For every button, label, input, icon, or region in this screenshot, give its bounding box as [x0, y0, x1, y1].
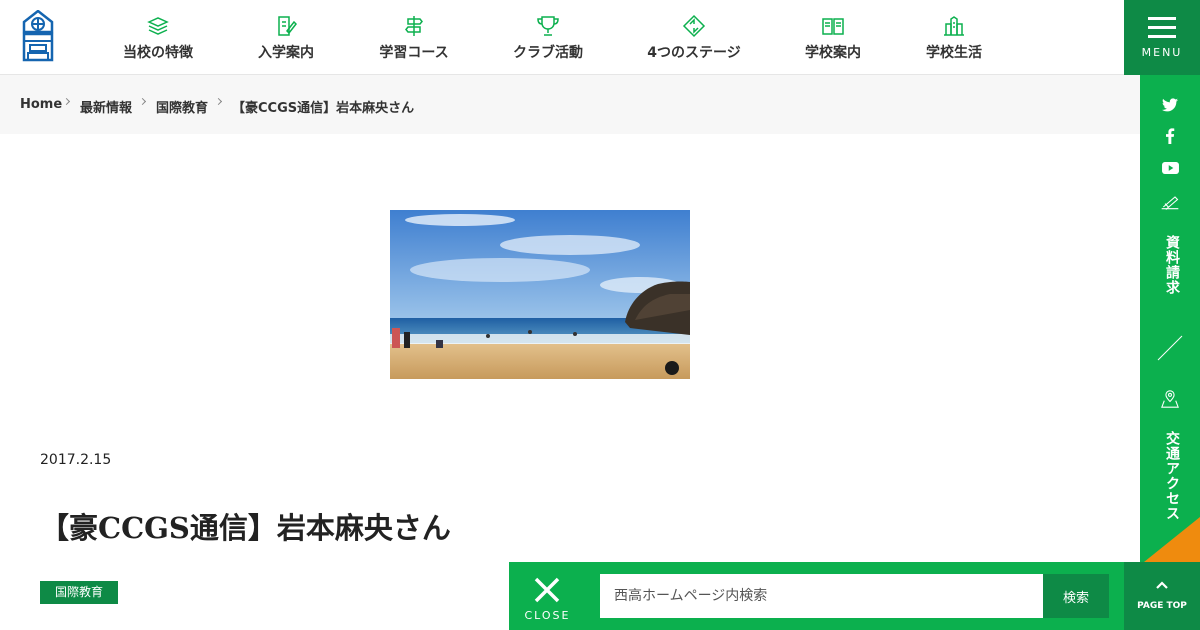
page-top-label: PAGE TOP [1137, 601, 1187, 611]
pen-paper-icon [274, 14, 298, 38]
category-tag[interactable]: 国際教育 [40, 581, 118, 604]
nav-item-features[interactable]: 当校の特徴 [118, 0, 198, 75]
nav-item-courses[interactable]: 学習コース [374, 0, 454, 75]
breadcrumb: Home 最新情報 国際教育 【豪CCGS通信】岩本麻央さん [0, 75, 1140, 134]
orange-corner-accent [1144, 517, 1200, 562]
chevron-right-icon [214, 97, 223, 106]
access-label[interactable]: 交通アクセス [1162, 431, 1182, 521]
search-input[interactable] [600, 574, 1043, 618]
nav-item-school-guide[interactable]: 学校案内 [800, 0, 866, 75]
nav-label-clubs: クラブ活動 [513, 45, 583, 61]
site-search-panel: CLOSE 検索 [509, 562, 1124, 630]
request-docs-label[interactable]: 資料請求 [1162, 235, 1182, 295]
page-top-button[interactable]: PAGE TOP [1124, 562, 1200, 630]
close-search-button[interactable]: CLOSE [509, 562, 586, 630]
chevron-right-icon [138, 97, 147, 106]
request-docs-icon[interactable] [1140, 193, 1200, 215]
trophy-icon [536, 14, 560, 38]
breadcrumb-category[interactable]: 国際教育 [156, 97, 208, 116]
nav-label-courses: 学習コース [379, 45, 449, 61]
social-sidebar: 資料請求 交通アクセス [1140, 75, 1200, 562]
divider-line [1157, 335, 1183, 361]
post-photo-beach [390, 210, 690, 379]
chevron-right-icon [62, 97, 71, 106]
nav-item-admission[interactable]: 入学案内 [254, 0, 318, 75]
search-button[interactable]: 検索 [1043, 574, 1109, 618]
menu-label: MENU [1141, 46, 1183, 59]
school-logo[interactable] [21, 9, 55, 62]
nav-label-admission: 入学案内 [258, 45, 314, 61]
breadcrumb-news[interactable]: 最新情報 [80, 97, 132, 116]
post-title: 【豪CCGS通信】岩本麻央さん [40, 511, 451, 545]
stack-icon [146, 14, 170, 38]
close-label: CLOSE [524, 609, 571, 622]
open-book-icon [821, 14, 845, 38]
nav-label-school-life: 学校生活 [926, 45, 982, 61]
youtube-icon[interactable] [1140, 159, 1200, 178]
chevron-up-icon [1156, 581, 1168, 589]
nav-label-features: 当校の特徴 [123, 45, 193, 61]
nav-label-stages: 4つのステージ [647, 45, 741, 61]
site-header: 当校の特徴 入学案内 学習コース クラブ活動 4つのステージ 学校案内 学校生活… [0, 0, 1200, 75]
nav-item-stages[interactable]: 4つのステージ [643, 0, 745, 75]
breadcrumb-home[interactable]: Home [20, 97, 62, 112]
post-date: 2017.2.15 [40, 452, 112, 468]
nav-item-school-life[interactable]: 学校生活 [921, 0, 987, 75]
facebook-icon[interactable] [1140, 128, 1200, 148]
close-icon [534, 577, 560, 603]
nav-label-school-guide: 学校案内 [805, 45, 861, 61]
signpost-icon [402, 14, 426, 38]
breadcrumb-current: 【豪CCGS通信】岩本麻央さん [232, 101, 415, 116]
diamond-arrows-icon [682, 14, 706, 38]
menu-button[interactable]: MENU [1124, 0, 1200, 75]
map-pin-icon[interactable] [1140, 390, 1200, 412]
twitter-icon[interactable] [1140, 97, 1200, 116]
school-building-icon [942, 14, 966, 38]
nav-item-clubs[interactable]: クラブ活動 [508, 0, 588, 75]
